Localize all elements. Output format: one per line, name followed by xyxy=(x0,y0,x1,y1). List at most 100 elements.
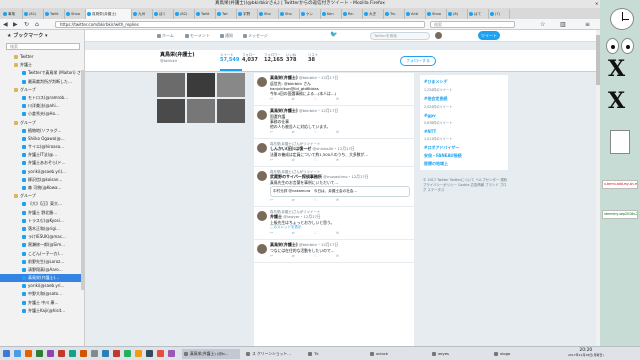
taskbar-task[interactable]: xlogo xyxy=(492,349,550,359)
tweet[interactable]: 真鳥栄(弁護士) @bkirbkir・12月17日 国選弁護 事務の仕事 他の人も被告… xyxy=(254,106,414,139)
nav-notifications[interactable]: 通知 xyxy=(220,33,233,39)
bookmark-item[interactable]: 中野大和(@sato… xyxy=(0,290,84,298)
app-icon[interactable] xyxy=(124,350,131,357)
trend-title[interactable]: #他会定長続 xyxy=(424,96,504,102)
profile-handle[interactable]: @bkirbkir xyxy=(160,59,177,63)
app-icon[interactable] xyxy=(113,350,120,357)
nav-messages[interactable]: メッセージ xyxy=(243,33,268,39)
message-icon[interactable]: ✉ xyxy=(336,254,339,258)
trend-title[interactable]: 医療の地域上 xyxy=(424,161,504,167)
avatar[interactable] xyxy=(257,77,267,87)
bookmark-item[interactable]: 弁護士Kaji(@hisit… xyxy=(0,307,84,315)
profile-stat[interactable]: いいね 378 xyxy=(286,52,308,63)
bookmark-item[interactable]: グループ xyxy=(0,86,84,94)
bookmark-item[interactable]: モトロス(@ramrob… xyxy=(0,94,84,102)
bookmark-item[interactable]: サイエ(@hiroasa… xyxy=(0,143,84,151)
forward-icon[interactable]: ▶ xyxy=(13,21,18,28)
bookmark-item[interactable]: yoriki(@saeb.yri… xyxy=(0,282,84,290)
browser-tab[interactable]: (82) xyxy=(174,9,195,19)
bookmark-item[interactable]: トラスむ(@Kyosi… xyxy=(0,217,84,225)
like-icon[interactable]: ♡ xyxy=(314,231,317,235)
retweet-icon[interactable]: ⇄ xyxy=(292,254,295,258)
bookmark-item[interactable]: 弁護士IT法(@… xyxy=(0,151,84,159)
browser-tab[interactable]: Sho xyxy=(258,9,279,19)
tweet[interactable]: 真鳥栄(弁護士)さんがリツイート しんかい(旧):は復ーゼ @shinkai0r・… xyxy=(254,139,414,167)
like-icon[interactable]: ♡ xyxy=(314,130,317,134)
tweet-handle[interactable]: @bkirbkir・12月17日 xyxy=(299,242,338,247)
tweet[interactable]: 真鳥栄(弁護士)さんがリツイート 武蔵野のサイバー探偵事務所 @musashino… xyxy=(254,167,414,207)
photo-thumbnail[interactable] xyxy=(187,73,215,97)
terminal-icon[interactable] xyxy=(36,350,43,357)
photo-thumbnail[interactable] xyxy=(157,99,185,123)
retweet-icon[interactable]: ⇄ xyxy=(292,158,295,162)
xterm-window[interactable]: x-termi-add-my-sh-my-k xyxy=(602,180,638,189)
start-menu-icon[interactable] xyxy=(3,350,10,357)
browser-tab[interactable]: Twi xyxy=(216,9,237,19)
bookmark-item[interactable]: 弁護士 中川 康… xyxy=(0,299,84,307)
bookmark-star-icon[interactable]: ☆ xyxy=(540,21,545,28)
tweet[interactable]: 真鳥栄(弁護士)さんがリツイート 弁護士 @lawyer・12月17日 上級先生はち… xyxy=(254,207,414,240)
bookmark-item[interactable]: Shiiko Ogawa(@… xyxy=(0,135,84,143)
reply-icon[interactable]: ↩ xyxy=(270,198,273,202)
xterm-window[interactable]: xterminy-sep2016v-2019t/1 xyxy=(602,210,638,219)
tweet-handle[interactable]: @bkirbkir・12月17日 xyxy=(299,108,338,113)
bookmark-item[interactable]: グループ xyxy=(0,192,84,200)
avatar[interactable] xyxy=(435,32,442,39)
reload-icon[interactable]: ↻ xyxy=(24,21,29,28)
nav-home[interactable]: ホーム xyxy=(157,33,174,39)
tweet-author[interactable]: 弁護士 xyxy=(270,214,282,219)
reply-icon[interactable]: ↩ xyxy=(270,97,273,101)
trend-title[interactable]: #ロボアドバイザー xyxy=(424,145,504,151)
bookmark-item[interactable]: Twitter xyxy=(0,53,84,61)
browser-tab[interactable]: Tru xyxy=(384,9,405,19)
bookmark-item[interactable]: こどん(ー子一方)… xyxy=(0,250,84,258)
xeyes-right-eye[interactable] xyxy=(621,38,634,54)
twitter-bird-icon[interactable]: 🐦 xyxy=(330,31,337,38)
tweet-handle[interactable]: @bkirbkir・12月17日 xyxy=(299,75,338,80)
photo-thumbnail[interactable] xyxy=(157,73,185,97)
back-icon[interactable]: ◀ xyxy=(3,21,8,28)
browser-tab[interactable]: Shoo xyxy=(65,9,86,19)
bookmark-item[interactable]: 柳沢信(@koisan… xyxy=(0,176,84,184)
xclock[interactable] xyxy=(610,8,634,30)
retweet-icon[interactable]: ⇄ xyxy=(292,97,295,101)
app-icon[interactable] xyxy=(80,350,87,357)
app-icon[interactable] xyxy=(69,350,76,357)
app-icon[interactable] xyxy=(135,350,142,357)
close-icon[interactable]: ✕ xyxy=(595,1,598,7)
photo-thumbnail[interactable] xyxy=(217,73,245,97)
browser-tab[interactable]: 事故 xyxy=(2,9,23,19)
trend-title[interactable]: #ひまメシデ xyxy=(424,79,504,85)
avatar[interactable] xyxy=(257,110,267,120)
profile-name[interactable]: 真鳥栄(弁護士) xyxy=(160,51,195,58)
quoted-tweet[interactable]: 中村元弥 @nakamura 今日は、弁護士会の社会… xyxy=(270,186,410,197)
tweet-author[interactable]: 真鳥栄(弁護士) xyxy=(270,108,298,113)
sidebar-title[interactable]: ★ ブックマーク ▾ xyxy=(0,30,84,43)
url-bar[interactable]: https://twitter.com/bkirbkir/with_replie… xyxy=(55,21,425,28)
browser-tab[interactable]: Ken xyxy=(321,9,342,19)
profile-stat[interactable]: ツイート 57,549 xyxy=(220,52,242,71)
trend-title[interactable]: 安倍・FANEAU接続 xyxy=(424,153,504,159)
bookmark-item[interactable]: 森 可統(@Kowa… xyxy=(0,184,84,192)
reply-icon[interactable]: ↩ xyxy=(270,254,273,258)
browser-tab[interactable]: Twitt xyxy=(195,9,216,19)
reply-icon[interactable]: ↩ xyxy=(270,130,273,134)
message-icon[interactable]: ✉ xyxy=(336,130,339,134)
app-icon[interactable] xyxy=(102,350,109,357)
browser-tab[interactable]: 宇野 xyxy=(237,9,258,19)
sidebar-search-input[interactable]: 検索 xyxy=(6,43,80,50)
bookmark-item[interactable]: 最高裁判所が判断した… xyxy=(0,78,84,86)
avatar[interactable] xyxy=(257,210,267,221)
follow-button[interactable]: フォローする xyxy=(400,56,436,66)
like-icon[interactable]: ♡ xyxy=(314,198,317,202)
browser-tab[interactable]: Sho xyxy=(279,9,300,19)
tweet-handle[interactable]: @lawyer・12月17日 xyxy=(283,214,320,219)
bookmark-item[interactable]: 弁護士あおぞら(ド… xyxy=(0,159,84,167)
tweet-author[interactable]: 真鳥栄(弁護士) xyxy=(270,75,298,80)
browser-tab[interactable]: (8) xyxy=(447,9,468,19)
browser-tab[interactable]: Shoo xyxy=(426,9,447,19)
tweet-author[interactable]: 真鳥栄(弁護士) xyxy=(270,242,298,247)
bookmark-item[interactable]: 弁護士 野北勝… xyxy=(0,209,84,217)
bookmark-item[interactable]: Twitterで真鳥栄 (Maitori) さんが… xyxy=(0,69,84,77)
bookmark-item[interactable]: 真鳥栄(弁護士)… xyxy=(0,274,84,283)
